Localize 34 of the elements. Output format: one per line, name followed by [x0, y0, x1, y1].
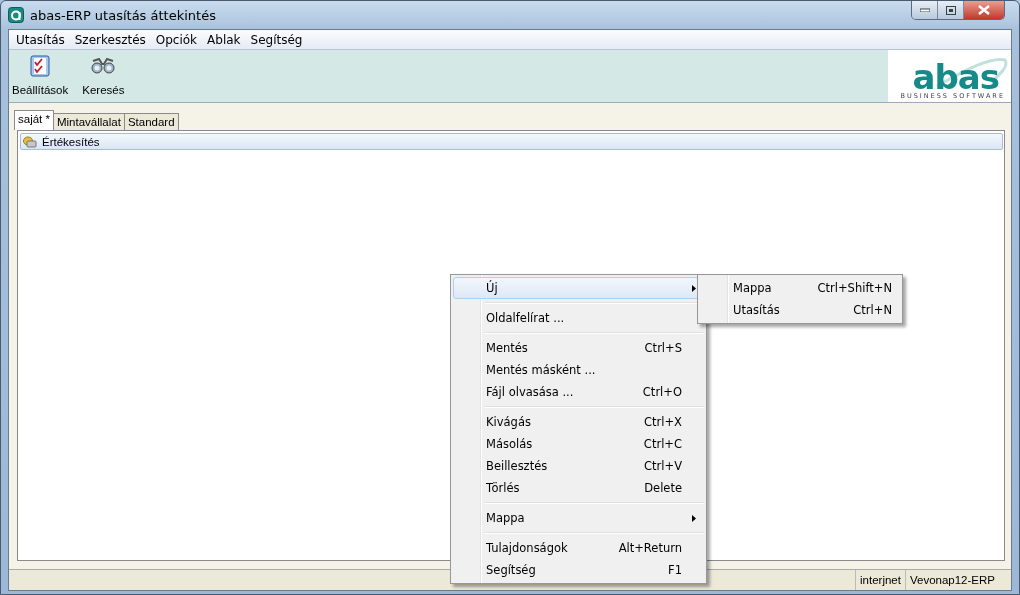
menu-item[interactable]: Mappa [453, 507, 704, 529]
tree-item[interactable]: Értékesítés [20, 133, 1003, 150]
menu-item[interactable]: Fájl olvasása ... Ctrl+O [453, 381, 704, 403]
status-field: interjnet [855, 570, 905, 590]
status-field: Vevonap12-ERP [904, 570, 999, 590]
close-button[interactable] [964, 1, 1004, 19]
menu-item[interactable]: Szerkesztés [69, 32, 151, 47]
tab[interactable]: saját * [14, 110, 54, 130]
menu-item[interactable]: Kivágás Ctrl+X [453, 411, 704, 433]
menu-item[interactable]: Tulajdonságok Alt+Return [453, 537, 704, 559]
search-button[interactable]: Keresés [82, 54, 125, 102]
menu-item[interactable]: Mentés Ctrl+S [453, 337, 704, 359]
menu-item[interactable]: Mentés másként ... [453, 359, 704, 381]
menu-item[interactable]: Törlés Delete [453, 477, 704, 499]
window-title: abas-ERP utasítás áttekintés [30, 7, 216, 23]
maximize-icon [945, 5, 956, 15]
menu-item[interactable]: Segítség F1 [453, 559, 704, 581]
tab[interactable]: Standard [123, 113, 179, 130]
menu-item[interactable]: Segítség [245, 32, 308, 47]
binoculars-icon [90, 58, 117, 74]
maximize-button[interactable] [938, 1, 964, 19]
menu-item[interactable]: Ablak [202, 32, 246, 47]
menu-item[interactable]: Utasítás [11, 32, 70, 47]
checklist-icon [30, 55, 51, 77]
folder-icon [23, 135, 37, 148]
menu-item[interactable]: Opciók [150, 32, 203, 47]
menu-item[interactable]: Utasítás Ctrl+N [700, 299, 900, 321]
menu-item[interactable]: Beillesztés Ctrl+V [453, 455, 704, 477]
close-icon [978, 5, 990, 15]
app-icon [8, 7, 24, 23]
menu-item[interactable]: Másolás Ctrl+C [453, 433, 704, 455]
minimize-icon [919, 8, 930, 12]
settings-button[interactable]: Beállítások [12, 54, 69, 102]
tab[interactable]: Mintavállalat [52, 113, 125, 130]
